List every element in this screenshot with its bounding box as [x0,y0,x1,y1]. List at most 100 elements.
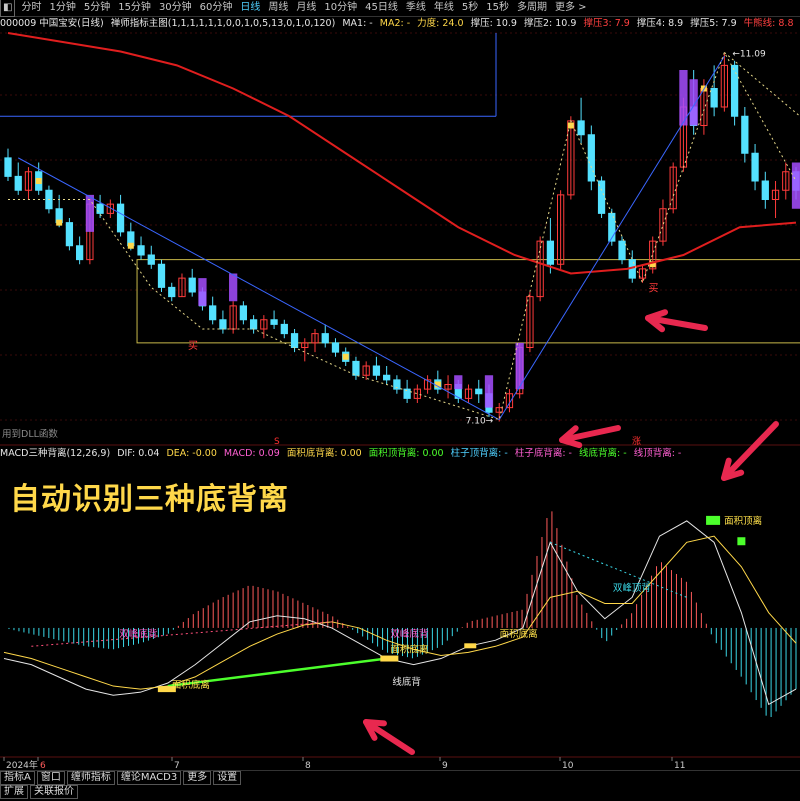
buy-label-2: 买 [648,282,658,294]
candle-body-18 [188,277,196,293]
ann-line-bottom: 线底背 [392,676,421,688]
chart-canvas[interactable]: 双峰底背 双峰底背面积底离面积底离面积底离线底背双峰顶背面积顶离 ←11.097.… [0,0,800,770]
line-top-div: 线顶背离: - [633,448,682,459]
level-lines [0,33,497,117]
purple-block-1 [198,278,207,306]
dea-line [3,535,797,690]
annotations: ←11.097.10→买买S 涨 [188,49,779,755]
candle-body-0 [4,157,12,177]
ann-area-3: 面积底离 [500,628,538,640]
brow1-tab-0[interactable]: 指标A [0,771,35,785]
low-price-label: 7.10→ [466,417,494,427]
candle-body-16 [168,286,176,298]
x-label-1: 6 [40,761,46,770]
brow1-tab-4[interactable]: 更多 [183,771,212,785]
yellow-marker-3 [342,353,349,360]
purple-block-2 [229,273,238,302]
ma-line [7,32,797,275]
candles [4,52,800,422]
x-label-3: 8 [305,761,311,770]
candle-body-20 [209,305,217,321]
x-label-0: 2024年 [6,759,38,770]
dll-label: 用到DLL函数 [2,429,58,440]
candle-body-74 [761,180,769,200]
candle-body-32 [331,342,340,353]
x-label-5: 10 [562,761,574,770]
blue-trend-line [17,157,500,421]
area-block-top-2 [737,537,746,546]
macd-title[interactable]: MACD三种背离(12,26,9) [0,448,110,459]
dea-value: DEA: -0.00 [166,448,217,459]
candle-body-37 [383,374,391,381]
x-label-2: 7 [174,761,180,770]
bottom-row-1: 指标A 窗口 缠师指标 缠论MACD3 更多 设置 [0,771,800,785]
candle-body-1 [14,175,22,191]
candle-body-15 [157,263,166,288]
bottom-row-2: 扩展 关联报价 [0,785,800,799]
ann-area-1: 面积底离 [172,679,210,691]
ann-twin-peak-2: 双峰底背 [390,628,428,640]
candle-body-53 [546,240,555,265]
purple-block-4 [484,375,494,408]
candle-body-36 [372,365,381,376]
brow1-tab-2[interactable]: 缠师指标 [66,771,115,785]
candle-body-72 [741,115,749,154]
candle-body-28 [290,333,299,348]
macd-indicator-info: MACD三种背离(12,26,9) DIF: 0.04 DEA: -0.00 M… [0,447,800,461]
area-block-3 [464,643,477,649]
zigzag-line [8,51,797,421]
line-bottom-div: 线底背离: - [579,448,627,459]
candle-body-60 [618,240,626,261]
dif-value: DIF: 0.04 [117,448,160,459]
high-price-label: ←11.09 [732,49,766,59]
candle-body-13 [137,245,145,256]
s-mark: S [274,437,280,447]
candle-body-14 [147,254,155,265]
x-label-4: 9 [442,761,448,770]
candle-body-73 [751,152,759,182]
buy-label-1: 买 [188,340,198,352]
ann-twin-top: 双峰顶背 [613,582,651,594]
candle-body-46 [475,388,483,395]
ann-area-top: 面积顶离 [724,515,762,527]
area-block-2 [380,655,399,662]
ann-twin-peak-1: 双峰底背 [119,628,157,640]
brow2-tab-0[interactable]: 扩展 [0,785,28,799]
area-block-top-1 [706,515,721,525]
candle-body-21 [219,319,227,330]
blue-up-line [498,55,725,420]
purple-block-0 [85,194,95,232]
brow1-tab-1[interactable]: 窗口 [36,771,65,785]
bar-bottom-div: 柱子底背离: - [514,448,572,459]
zhang-mark: 涨 [632,436,641,447]
candle-body-27 [280,323,288,335]
candle-body-56 [577,120,585,136]
headline-caption: 自动识别三种底背离 [10,482,289,517]
candle-body-11 [116,203,125,233]
candle-body-24 [249,319,258,330]
area-top-div: 面积顶背离: 0.00 [368,448,444,459]
area-bottom-div: 面积底背离: 0.00 [286,448,362,459]
candle-body-9 [96,203,104,214]
x-axis: 2024年 6 7 8 9 10 11 [0,756,800,770]
macd-value: MACD: 0.09 [223,448,280,459]
candle-body-34 [352,360,360,376]
candle-body-71 [730,64,739,117]
yellow-marker-1 [56,219,63,226]
purple-block-3 [454,375,463,390]
brow1-tab-3[interactable]: 缠论MACD3 [116,771,182,785]
candle-body-6 [65,222,74,247]
candle-body-7 [76,245,84,261]
brow1-tab-5[interactable]: 设置 [213,771,242,785]
x-label-6: 11 [674,761,685,770]
ann-area-2: 面积底离 [390,643,428,655]
yellow-marker-0 [35,178,42,184]
purple-block-7 [689,79,698,126]
bottom-tab-bar: 指标A 窗口 缠师指标 缠论MACD3 更多 设置 扩展 关联报价 [0,770,800,801]
macd-panel: 双峰底背 双峰底背面积底离面积底离面积底离线底背双峰顶背面积顶离 [3,511,797,718]
candle-body-57 [587,134,595,182]
bar-top-div: 柱子顶背离: - [450,448,508,459]
yellow-marker-2 [127,242,134,249]
candle-body-26 [270,319,278,325]
brow2-tab-1[interactable]: 关联报价 [30,785,78,799]
